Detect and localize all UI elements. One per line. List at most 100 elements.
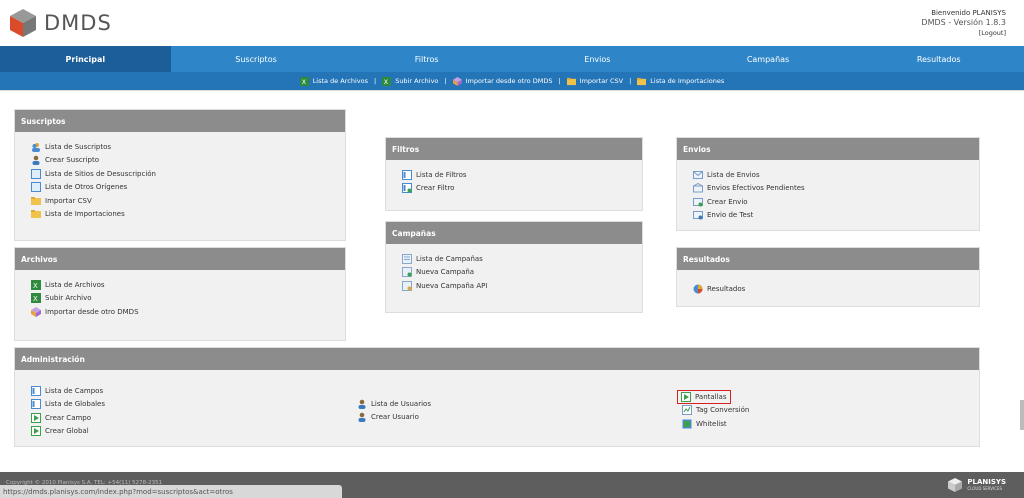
tab-campanas[interactable]: Campañas	[683, 46, 854, 72]
dashboard-content: Suscriptos Lista de Suscriptos Crear Sus…	[0, 90, 1024, 472]
link-label: Envios Efectivos Pendientes	[707, 184, 805, 193]
subnav-lista-importaciones[interactable]: Lista de Importaciones	[637, 77, 724, 86]
link-lista-globales[interactable]: Lista de Globales	[31, 398, 105, 412]
campaign-add-icon	[402, 267, 412, 278]
tab-filtros[interactable]: Filtros	[341, 46, 512, 72]
separator: |	[373, 77, 377, 85]
link-resultados[interactable]: Resultados	[693, 282, 963, 296]
subnav-subir-archivo[interactable]: X Subir Archivo	[382, 76, 439, 86]
subnav-label: Lista de Importaciones	[650, 77, 725, 85]
footer-brand-logo: PLANISYS CLOUD SERVICES	[947, 477, 1006, 493]
link-lista-suscriptos[interactable]: Lista de Suscriptos	[31, 140, 329, 154]
tab-principal[interactable]: Principal	[0, 46, 171, 72]
tab-resultados[interactable]: Resultados	[853, 46, 1024, 72]
panel-title: Filtros	[386, 138, 642, 160]
link-lista-campos[interactable]: Lista de Campos	[31, 384, 105, 398]
link-crear-usuario[interactable]: Crear Usuario	[357, 411, 431, 425]
link-label: Nueva Campaña API	[416, 281, 488, 290]
svg-text:X: X	[33, 282, 38, 290]
link-crear-envio[interactable]: Crear Envio	[693, 195, 963, 209]
link-lista-filtros[interactable]: Lista de Filtros	[402, 168, 626, 182]
link-crear-filtro[interactable]: Crear Filtro	[402, 182, 626, 196]
link-lista-archivos[interactable]: X Lista de Archivos	[31, 278, 329, 292]
user-box: Bienvenido PLANISYS DMDS - Versión 1.8.3…	[921, 8, 1006, 38]
brand-name: PLANISYS	[967, 478, 1006, 486]
send-test-icon	[693, 211, 703, 220]
link-importar-csv[interactable]: Importar CSV	[31, 194, 329, 208]
panel-administracion: Administración Lista de Campos Lista de …	[14, 347, 980, 447]
link-label: Crear Suscripto	[45, 156, 99, 165]
dmds-cube-logo-icon	[10, 9, 36, 37]
link-label: Lista de Importaciones	[45, 210, 125, 219]
link-label: Tag Conversión	[696, 406, 750, 415]
main-tabs: Principal Suscriptos Filtros Envios Camp…	[0, 46, 1024, 72]
link-label: Lista de Globales	[45, 400, 106, 409]
user-add-icon	[32, 155, 40, 166]
link-label: Lista de Filtros	[416, 170, 467, 179]
link-nueva-campana[interactable]: Nueva Campaña	[402, 266, 626, 280]
folder-icon	[31, 210, 41, 219]
excel-upload-icon: X	[382, 76, 392, 86]
admin-col-3: Pantallas Tag Conversión Whitelist	[677, 389, 749, 431]
link-sitios-desuscripcion[interactable]: Lista de Sitios de Desuscripción	[31, 167, 329, 181]
link-label: Lista de Campañas	[416, 254, 483, 263]
link-whitelist[interactable]: Whitelist	[677, 417, 749, 431]
filter-add-icon	[402, 183, 412, 194]
link-crear-global[interactable]: Crear Global	[31, 425, 105, 439]
user-add-icon	[358, 412, 366, 423]
pantallas-highlight[interactable]: Pantallas	[677, 389, 731, 404]
global-add-icon	[31, 426, 41, 437]
scrollbar[interactable]	[1020, 400, 1024, 430]
envelope-open-icon	[693, 183, 703, 193]
admin-col-2: Lista de Usuarios Crear Usuario	[357, 397, 431, 424]
excel-icon: X	[299, 76, 309, 86]
svg-text:X: X	[384, 79, 389, 86]
version-text: DMDS - Versión 1.8.3	[921, 18, 1006, 27]
logout-link[interactable]: [Logout]	[921, 28, 1006, 38]
subnav-importar-dmds[interactable]: Importar desde otro DMDS	[452, 76, 552, 86]
field-add-icon	[31, 412, 41, 423]
link-pantallas[interactable]: Pantallas	[677, 389, 749, 404]
link-label: Lista de Envios	[707, 170, 760, 179]
planisys-cube-icon	[948, 478, 963, 492]
link-label: Nueva Campaña	[416, 268, 475, 277]
link-lista-envios[interactable]: Lista de Envios	[693, 168, 963, 182]
campaign-icon	[402, 253, 412, 264]
link-label: Crear Envio	[707, 197, 748, 206]
excel-upload-icon: X	[31, 293, 41, 304]
subnav-lista-archivos[interactable]: X Lista de Archivos	[299, 76, 368, 86]
link-tag-conversion[interactable]: Tag Conversión	[677, 404, 749, 418]
separator: |	[444, 77, 447, 85]
link-label: Lista de Archivos	[45, 280, 105, 289]
tab-suscriptos[interactable]: Suscriptos	[171, 46, 342, 72]
admin-col-1: Lista de Campos Lista de Globales Crear …	[15, 384, 121, 438]
footer: Copyright © 2010 Planisys S.A. TEL: +54(…	[0, 472, 1024, 498]
envelope-icon	[693, 170, 703, 179]
send-add-icon	[693, 197, 703, 207]
panel-title: Suscriptos	[15, 110, 345, 132]
link-label: Whitelist	[696, 419, 727, 428]
subnav-importar-csv[interactable]: Importar CSV	[566, 77, 623, 86]
link-label: Importar desde otro DMDS	[45, 307, 139, 316]
link-subir-archivo[interactable]: X Subir Archivo	[31, 292, 329, 306]
link-label: Envio de Test	[707, 211, 754, 220]
link-envio-test[interactable]: Envio de Test	[693, 209, 963, 223]
subnav-label: Subir Archivo	[395, 77, 439, 85]
link-envios-pendientes[interactable]: Envios Efectivos Pendientes	[693, 182, 963, 196]
app-logo[interactable]: DMDS	[8, 8, 112, 38]
panel-suscriptos: Suscriptos Lista de Suscriptos Crear Sus…	[14, 109, 346, 241]
link-lista-importaciones[interactable]: Lista de Importaciones	[31, 208, 329, 222]
link-lista-campanas[interactable]: Lista de Campañas	[402, 252, 626, 266]
link-crear-suscripto[interactable]: Crear Suscripto	[31, 154, 329, 168]
link-label: Crear Campo	[45, 413, 92, 422]
panel-title: Archivos	[15, 248, 345, 270]
link-nueva-campana-api[interactable]: Nueva Campaña API	[402, 279, 626, 293]
link-label: Crear Filtro	[416, 184, 455, 193]
link-crear-campo[interactable]: Crear Campo	[31, 411, 105, 425]
link-otros-origenes[interactable]: Lista de Otros Orígenes	[31, 181, 329, 195]
link-lista-usuarios[interactable]: Lista de Usuarios	[357, 397, 431, 411]
list-icon	[402, 169, 412, 180]
list-icon	[31, 399, 41, 410]
link-importar-dmds[interactable]: Importar desde otro DMDS	[31, 305, 329, 319]
tab-envios[interactable]: Envios	[512, 46, 683, 72]
